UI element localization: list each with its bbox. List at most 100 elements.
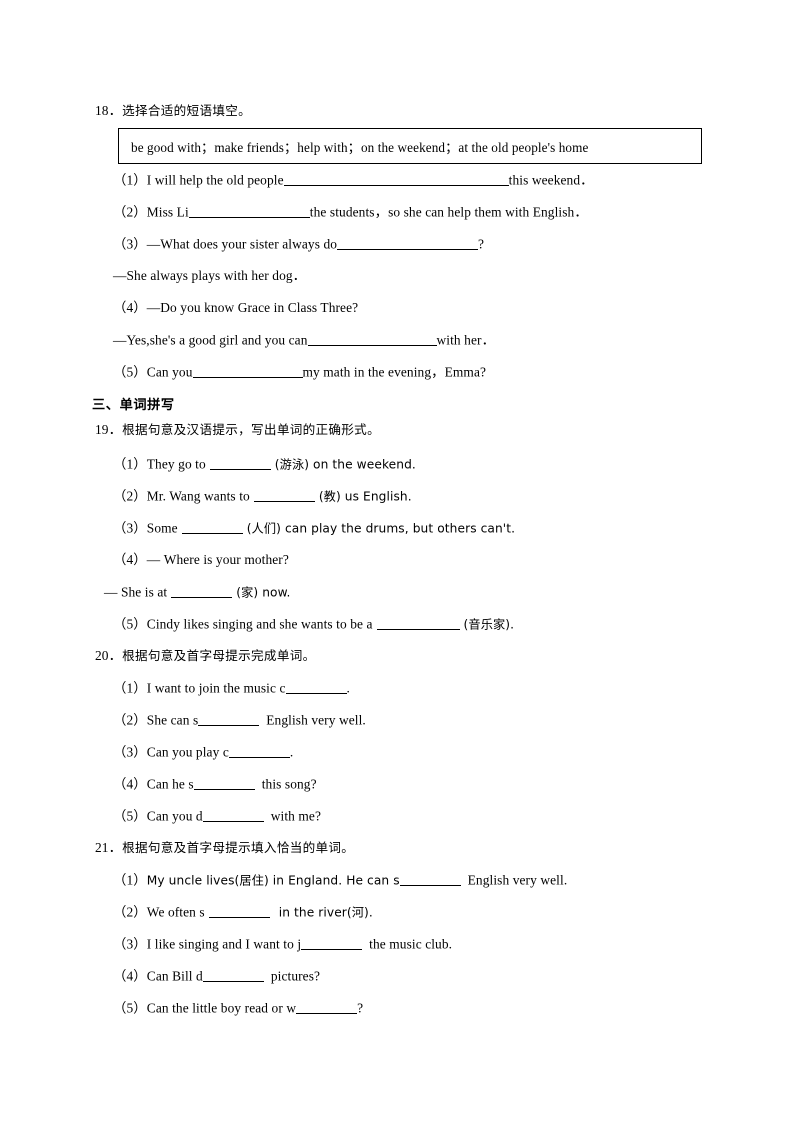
item-text-after: with her． <box>436 332 496 348</box>
question-20-item-3: （3）Can you play c. <box>113 744 293 761</box>
question-21-prompt: 根据句意及首字母提示填入恰当的单词。 <box>122 840 355 855</box>
item-text-before: Can he s <box>146 776 194 792</box>
item-text-before: Mr. Wang wants to <box>146 488 250 504</box>
item-text-after: this weekend． <box>508 172 594 188</box>
item-text-before: Can you <box>146 364 193 380</box>
question-18-number: 18． <box>95 103 123 118</box>
item-text-after: ? <box>357 1000 364 1016</box>
question-20-item-1: （1）I want to join the music c. <box>113 680 350 697</box>
question-20-item-5: （5）Can you d with me? <box>113 808 321 825</box>
item-label: （3） <box>113 744 147 760</box>
item-text-before: Some <box>146 520 178 536</box>
item-label: （3） <box>113 936 147 952</box>
answer-blank[interactable] <box>192 364 303 378</box>
question-21-heading: 21．根据句意及首字母提示填入恰当的单词。 <box>95 840 354 856</box>
item-label: （5） <box>113 616 147 632</box>
item-text-before: —Do you know Grace in Class Three? <box>146 300 359 315</box>
item-text-before: Miss Li <box>146 204 189 220</box>
question-21-item-4: （4）Can Bill d pictures? <box>113 968 320 985</box>
question-18-item-5: （5）Can you my math in the evening，Emma? <box>113 364 486 381</box>
answer-blank[interactable] <box>209 456 271 470</box>
question-19-number: 19． <box>95 422 123 437</box>
item-label: （5） <box>113 364 147 380</box>
answer-blank[interactable] <box>399 872 461 886</box>
question-20-item-2: （2）She can s English very well. <box>113 712 366 729</box>
question-19-heading: 19．根据句意及汉语提示，写出单词的正确形式。 <box>95 422 380 438</box>
item-label: （1） <box>113 680 147 696</box>
item-text-after: (家) now. <box>236 585 291 600</box>
question-19-item-5: （5）Cindy likes singing and she wants to … <box>113 616 514 633</box>
answer-blank[interactable] <box>253 488 315 502</box>
question-18-item-1: （1）I will help the old people this weeken… <box>113 172 594 189</box>
item-text-after: ? <box>478 236 485 252</box>
answer-blank[interactable] <box>301 936 363 950</box>
item-text-after: . <box>289 744 294 760</box>
item-label: （2） <box>113 904 147 920</box>
item-text-before: I will help the old people <box>146 172 284 188</box>
item-text-before: —Yes,she's a good girl and you can <box>113 332 308 348</box>
item-text-after: the music club. <box>369 936 453 952</box>
item-text-before: —What does your sister always do <box>146 236 338 252</box>
phrase-bank-box: be good with；make friends；help with；on t… <box>118 128 702 164</box>
item-text-after: pictures? <box>270 968 321 984</box>
answer-blank[interactable] <box>285 680 347 694</box>
answer-blank[interactable] <box>171 584 233 598</box>
question-19-item-4-answer: — She is at (家) now. <box>104 584 291 601</box>
question-21-number: 21． <box>95 840 123 855</box>
item-label: （1） <box>113 872 147 888</box>
item-text-after: the students，so she can help them with E… <box>309 204 588 220</box>
answer-blank[interactable] <box>307 332 437 346</box>
answer-blank[interactable] <box>188 204 310 218</box>
item-label: （4） <box>113 300 147 315</box>
answer-blank[interactable] <box>228 744 290 758</box>
item-text-before: Can the little boy read or w <box>146 1000 297 1016</box>
item-text-before: Cindy likes singing and she wants to be … <box>146 616 373 632</box>
answer-blank[interactable] <box>376 616 460 630</box>
question-18-item-3: （3）—What does your sister always do? <box>113 236 484 253</box>
answer-blank[interactable] <box>181 520 243 534</box>
item-label: （3） <box>113 236 147 252</box>
answer-blank[interactable] <box>202 968 264 982</box>
item-text-before: They go to <box>146 456 206 472</box>
item-text-before: —She always plays with her dog． <box>113 268 307 283</box>
question-21-item-5: （5）Can the little boy read or w? <box>113 1000 363 1017</box>
item-text-before: I want to join the music c <box>146 680 286 696</box>
item-label: （4） <box>113 968 147 984</box>
answer-blank[interactable] <box>208 904 270 918</box>
item-text-after: this song? <box>261 776 317 792</box>
item-text-before: My uncle lives(居住) in England. He can s <box>146 873 400 888</box>
question-19-prompt: 根据句意及汉语提示，写出单词的正确形式。 <box>122 422 380 437</box>
answer-blank[interactable] <box>296 1000 358 1014</box>
item-text-before: I like singing and I want to j <box>146 936 302 952</box>
answer-blank[interactable] <box>283 172 509 186</box>
question-21-item-2: （2）We often s in the river(河). <box>113 904 373 921</box>
item-text-after: (教) us English. <box>318 489 412 504</box>
question-18-prompt: 选择合适的短语填空。 <box>122 103 252 118</box>
item-text-after: . <box>346 680 350 696</box>
question-18-item-2: （2）Miss Li the students，so she can help t… <box>113 204 588 221</box>
item-text-after: English very well. <box>467 872 568 888</box>
question-20-heading: 20．根据句意及首字母提示完成单词。 <box>95 648 316 664</box>
question-21-item-1: （1）My uncle lives(居住) in England. He can… <box>113 872 567 889</box>
item-text-before: Can you d <box>146 808 203 824</box>
question-18-item-4: （4）—Do you know Grace in Class Three? <box>113 300 358 316</box>
item-text-after: in the river(河). <box>278 905 373 920</box>
item-text-after: my math in the evening，Emma? <box>302 364 487 380</box>
item-label: （5） <box>113 808 147 824</box>
item-text-before: She can s <box>146 712 199 728</box>
item-label: （4） <box>113 552 147 567</box>
item-text-after: (人们) can play the drums, but others can'… <box>246 521 516 536</box>
answer-blank[interactable] <box>202 808 264 822</box>
question-19-item-4: （4）— Where is your mother? <box>113 552 289 568</box>
answer-blank[interactable] <box>337 236 479 250</box>
answer-blank[interactable] <box>193 776 255 790</box>
question-20-item-4: （4）Can he s this song? <box>113 776 317 793</box>
item-label: （2） <box>113 204 147 220</box>
question-19-item-2: （2）Mr. Wang wants to (教) us English. <box>113 488 412 505</box>
phrase-bank-text: be good with；make friends；help with；on t… <box>131 139 589 155</box>
item-text-before: Can you play c <box>146 744 229 760</box>
question-21-item-3: （3）I like singing and I want to j the mus… <box>113 936 452 953</box>
item-text-before: — Where is your mother? <box>146 552 289 567</box>
item-text-after: with me? <box>270 808 321 824</box>
answer-blank[interactable] <box>198 712 260 726</box>
